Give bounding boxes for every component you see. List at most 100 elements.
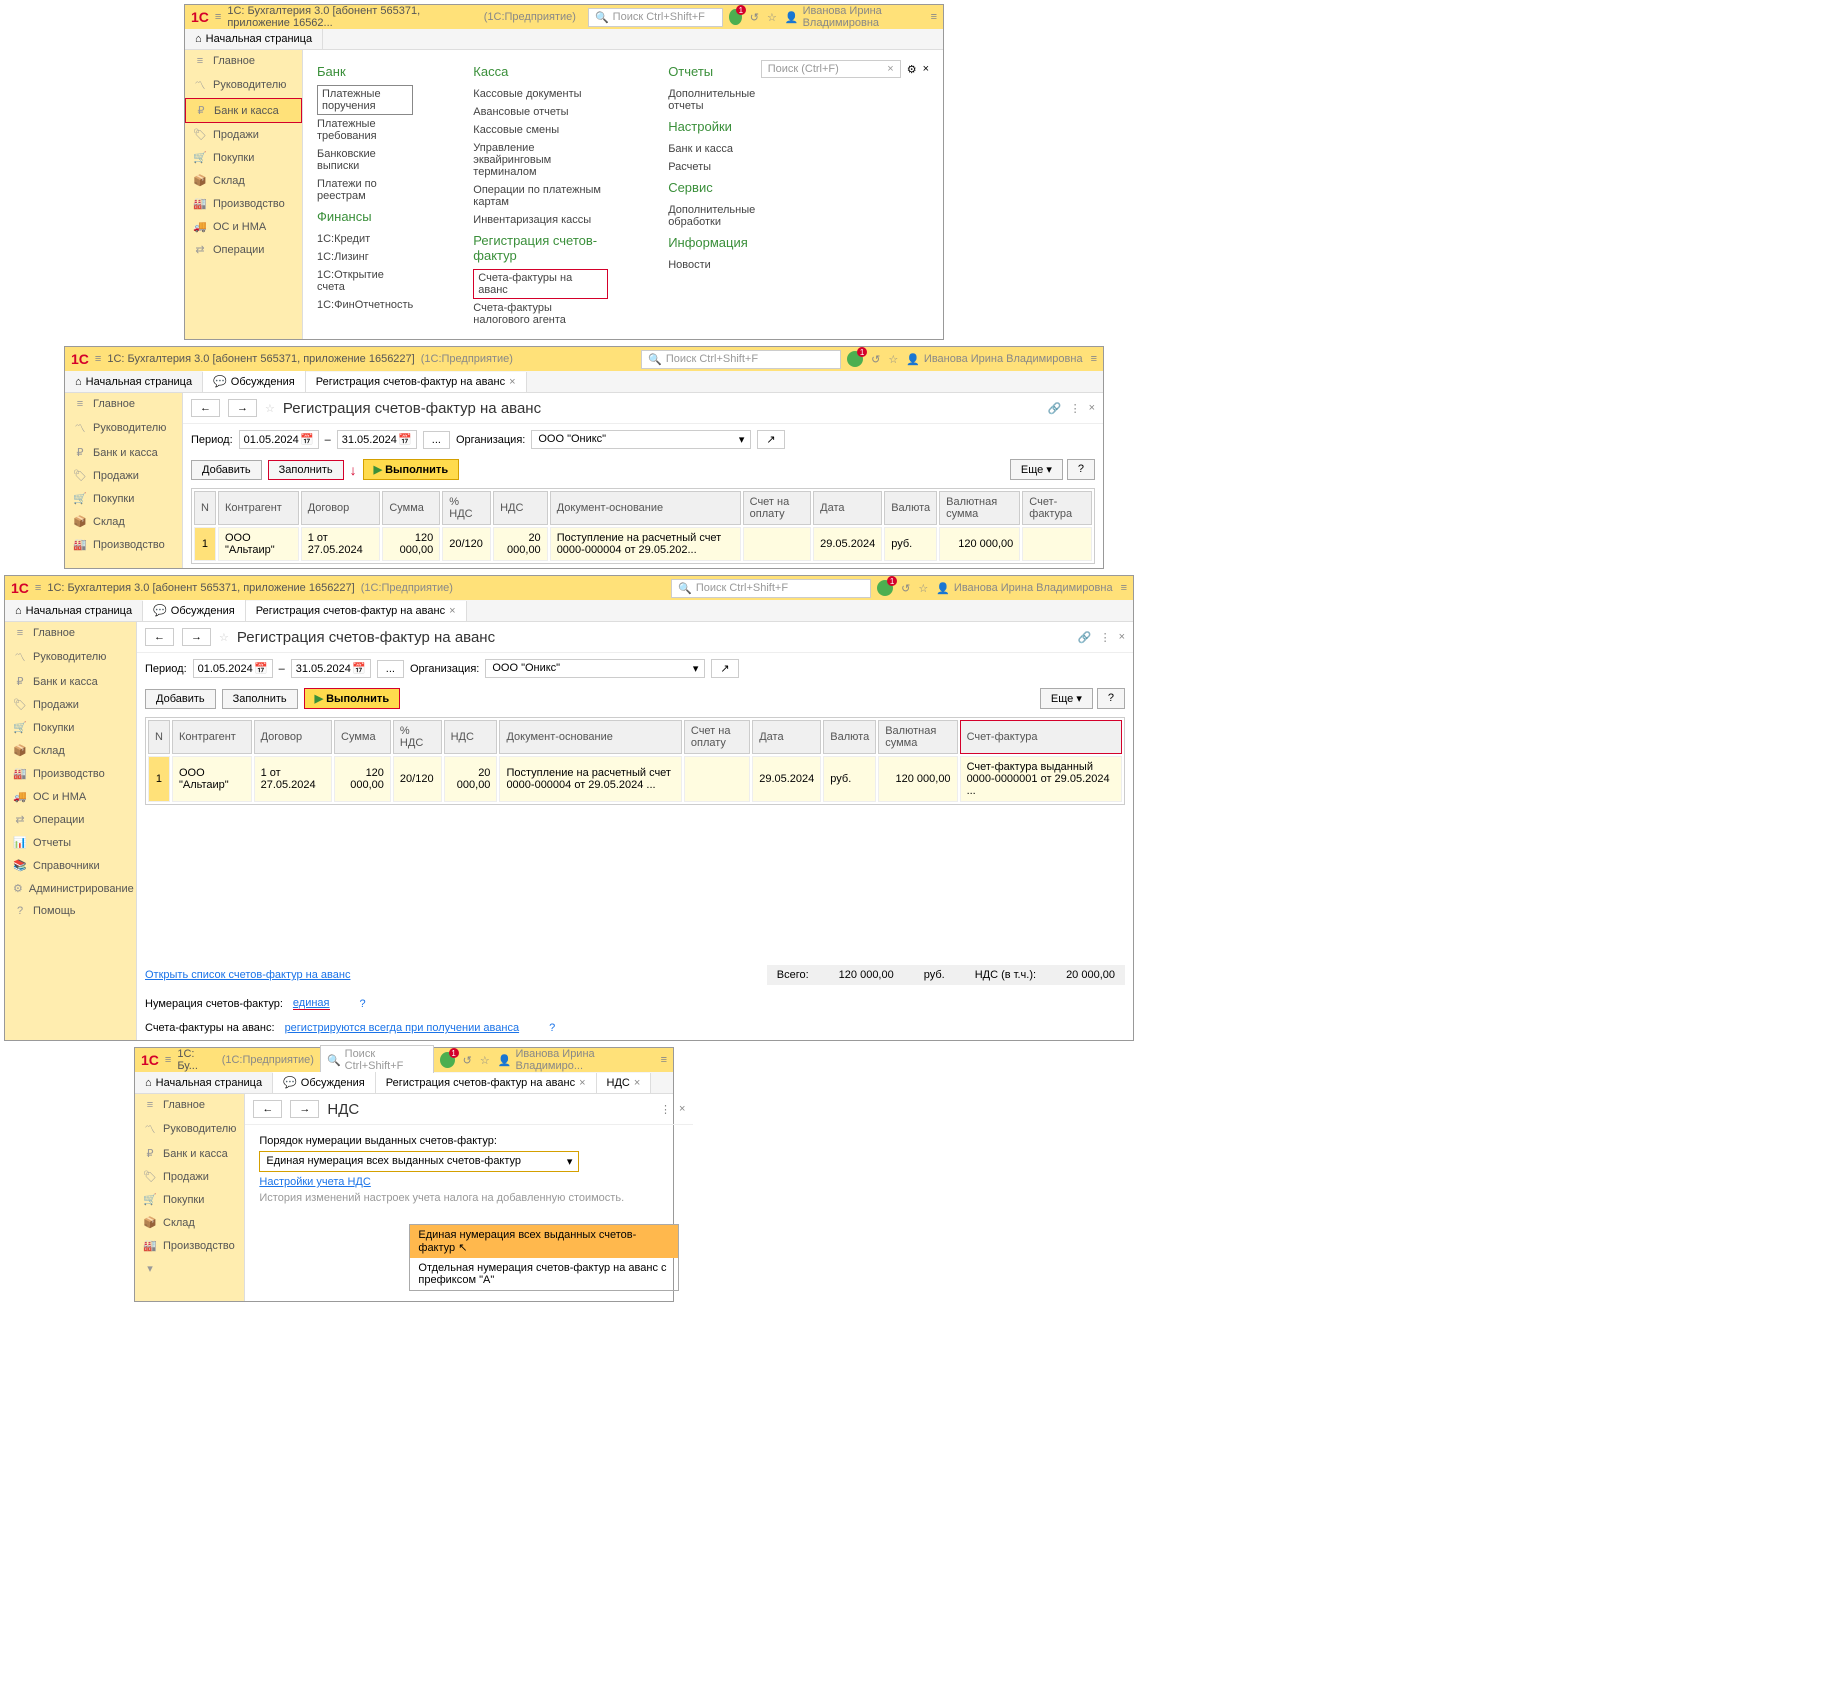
sidebar-item-prod[interactable]: 🏭Производство <box>135 1234 244 1257</box>
lnk-sf-advance[interactable]: Счета-фактуры на аванс <box>473 269 608 299</box>
col-cur[interactable]: Валюта <box>884 491 937 525</box>
lnk-advance[interactable]: Авансовые отчеты <box>473 103 608 121</box>
star-icon[interactable]: ☆ <box>767 11 777 24</box>
sidebar-item-os[interactable]: 🚚ОС и НМА <box>185 215 302 238</box>
more-button[interactable]: Еще ▾ <box>1010 459 1063 480</box>
back-button[interactable]: ← <box>253 1100 282 1118</box>
lnk-sf-agent[interactable]: Счета-фактуры налогового агента <box>473 299 608 329</box>
calendar-icon[interactable]: 📅 <box>300 433 314 446</box>
tab-discuss[interactable]: 💬Обсуждения <box>203 371 306 392</box>
lnk-open-acct[interactable]: 1С:Открытие счета <box>317 266 413 296</box>
link-icon[interactable]: 🔗 <box>1078 631 1092 644</box>
col-nds[interactable]: НДС <box>493 491 548 525</box>
ellipsis-button[interactable]: ... <box>423 431 450 449</box>
org-open-button[interactable]: ↗ <box>757 430 784 449</box>
sidebar-item-main[interactable]: ≡Главное <box>5 622 136 644</box>
sidebar-item-stock[interactable]: 📦Склад <box>185 169 302 192</box>
close-icon[interactable]: × <box>679 1103 685 1116</box>
star-icon[interactable]: ☆ <box>918 582 928 595</box>
lnk-extra-reports[interactable]: Дополнительные отчеты <box>668 85 761 115</box>
org-select[interactable]: ООО "Оникс"▾ <box>485 659 705 678</box>
sidebar-item-help[interactable]: ?Помощь <box>5 900 136 922</box>
star-icon[interactable]: ☆ <box>888 353 898 366</box>
lnk-card-ops[interactable]: Операции по платежным картам <box>473 181 608 211</box>
date-from[interactable]: 01.05.2024📅 <box>193 659 273 678</box>
sidebar-item-ops[interactable]: ⇄Операции <box>185 238 302 261</box>
history-icon[interactable]: ↺ <box>750 11 759 24</box>
user-menu[interactable]: 👤Иванова Ирина Владимировна <box>906 353 1082 366</box>
org-open-button[interactable]: ↗ <box>711 659 738 678</box>
run-button[interactable]: ▶Выполнить <box>304 688 400 709</box>
fav-icon[interactable]: ☆ <box>219 631 229 644</box>
add-button[interactable]: Добавить <box>145 689 216 709</box>
lnk-bank-statements[interactable]: Банковские выписки <box>317 145 413 175</box>
lnk-leasing[interactable]: 1С:Лизинг <box>317 248 413 266</box>
date-from[interactable]: 01.05.2024📅 <box>239 430 319 449</box>
tab-reg[interactable]: Регистрация счетов-фактур на аванс× <box>246 601 467 621</box>
home-tab[interactable]: ⌂Начальная страница <box>135 1073 273 1093</box>
col-n[interactable]: N <box>194 491 216 525</box>
home-tab[interactable]: ⌂Начальная страница <box>5 601 143 621</box>
nds-settings-link[interactable]: Настройки учета НДС <box>259 1176 370 1188</box>
home-tab[interactable]: ⌂Начальная страница <box>185 29 323 49</box>
more-icon[interactable]: ≡ <box>1121 582 1127 594</box>
run-button[interactable]: ▶Выполнить <box>363 459 459 480</box>
notifications-icon[interactable] <box>877 580 893 596</box>
sidebar-item-bank[interactable]: ₽Банк и касса <box>5 670 136 693</box>
fill-button[interactable]: Заполнить <box>222 689 298 709</box>
sidebar-item-refs[interactable]: 📚Справочники <box>5 854 136 877</box>
global-search[interactable]: 🔍Поиск Ctrl+Shift+F <box>671 579 871 598</box>
sidebar-item-sales[interactable]: 🏷Продажи <box>185 123 302 146</box>
close-icon[interactable]: × <box>449 605 455 617</box>
sidebar-item-boss[interactable]: 〽Руководителю <box>135 1116 244 1142</box>
sidebar-item-stock[interactable]: 📦Склад <box>5 739 136 762</box>
lnk-set-bank[interactable]: Банк и касса <box>668 140 761 158</box>
global-search[interactable]: 🔍Поиск Ctrl+Shift+F <box>588 8 723 27</box>
tab-reg[interactable]: Регистрация счетов-фактур на аванс× <box>376 1073 597 1093</box>
sidebar-item-sales[interactable]: 🏷Продажи <box>5 693 136 716</box>
user-menu[interactable]: 👤Иванова Ирина Владимировна <box>936 582 1112 595</box>
fwd-button[interactable]: → <box>228 399 257 417</box>
more-icon[interactable]: ⋮ <box>1070 402 1081 415</box>
help-icon[interactable]: ? <box>360 998 366 1010</box>
sidebar-item-main[interactable]: ≡Главное <box>185 50 302 72</box>
sidebar-item-os[interactable]: 🚚ОС и НМА <box>5 785 136 808</box>
order-dropdown[interactable]: Единая нумерация всех выданных счетов-фа… <box>259 1151 579 1172</box>
lnk-acquiring[interactable]: Управление эквайринговым терминалом <box>473 139 608 181</box>
sidebar-item-bank[interactable]: ₽Банк и касса <box>185 98 302 123</box>
option-separate[interactable]: Отдельная нумерация счетов-фактур на ава… <box>410 1258 678 1290</box>
sidebar-expand[interactable]: ▾ <box>135 1257 244 1280</box>
sidebar-item-main[interactable]: ≡Главное <box>65 393 182 415</box>
calendar-icon[interactable]: 📅 <box>398 433 412 446</box>
sidebar-item-buy[interactable]: 🛒Покупки <box>135 1188 244 1211</box>
history-icon[interactable]: ↺ <box>901 582 910 595</box>
user-menu[interactable]: 👤Иванова Ирина Владимиро... <box>498 1048 653 1072</box>
col-pcnds[interactable]: % НДС <box>442 491 491 525</box>
sidebar-item-buy[interactable]: 🛒Покупки <box>5 716 136 739</box>
more-icon[interactable]: ≡ <box>931 11 937 23</box>
lnk-extra-proc[interactable]: Дополнительные обработки <box>668 201 761 231</box>
sidebar-item-sales[interactable]: 🏷Продажи <box>65 464 182 487</box>
col-sf[interactable]: Счет-фактура <box>1022 491 1092 525</box>
more-icon[interactable]: ⋮ <box>660 1103 671 1116</box>
fwd-button[interactable]: → <box>290 1100 319 1118</box>
fwd-button[interactable]: → <box>182 628 211 646</box>
tab-reg[interactable]: Регистрация счетов-фактур на аванс× <box>306 372 527 392</box>
chevron-down-icon[interactable]: ▾ <box>567 1155 573 1168</box>
star-icon[interactable]: ☆ <box>480 1054 490 1067</box>
table-row[interactable]: 1 ООО "Альтаир" 1 от 27.05.2024 120 000,… <box>194 527 1092 561</box>
help-button[interactable]: ? <box>1097 688 1125 709</box>
col-kontr[interactable]: Контрагент <box>218 491 299 525</box>
sidebar-item-main[interactable]: ≡Главное <box>135 1094 244 1116</box>
fav-icon[interactable]: ☆ <box>265 402 275 415</box>
link-icon[interactable]: 🔗 <box>1048 402 1062 415</box>
col-bill[interactable]: Счет на оплату <box>743 491 812 525</box>
ellipsis-button[interactable]: ... <box>377 660 404 678</box>
more-icon[interactable]: ≡ <box>661 1054 667 1066</box>
lnk-registry-pay[interactable]: Платежи по реестрам <box>317 175 413 205</box>
lnk-credit[interactable]: 1С:Кредит <box>317 230 413 248</box>
menu-icon[interactable]: ≡ <box>35 582 41 594</box>
numbering-link[interactable]: единая <box>293 997 330 1010</box>
notifications-icon[interactable] <box>440 1052 455 1068</box>
sidebar-item-prod[interactable]: 🏭Производство <box>65 533 182 556</box>
